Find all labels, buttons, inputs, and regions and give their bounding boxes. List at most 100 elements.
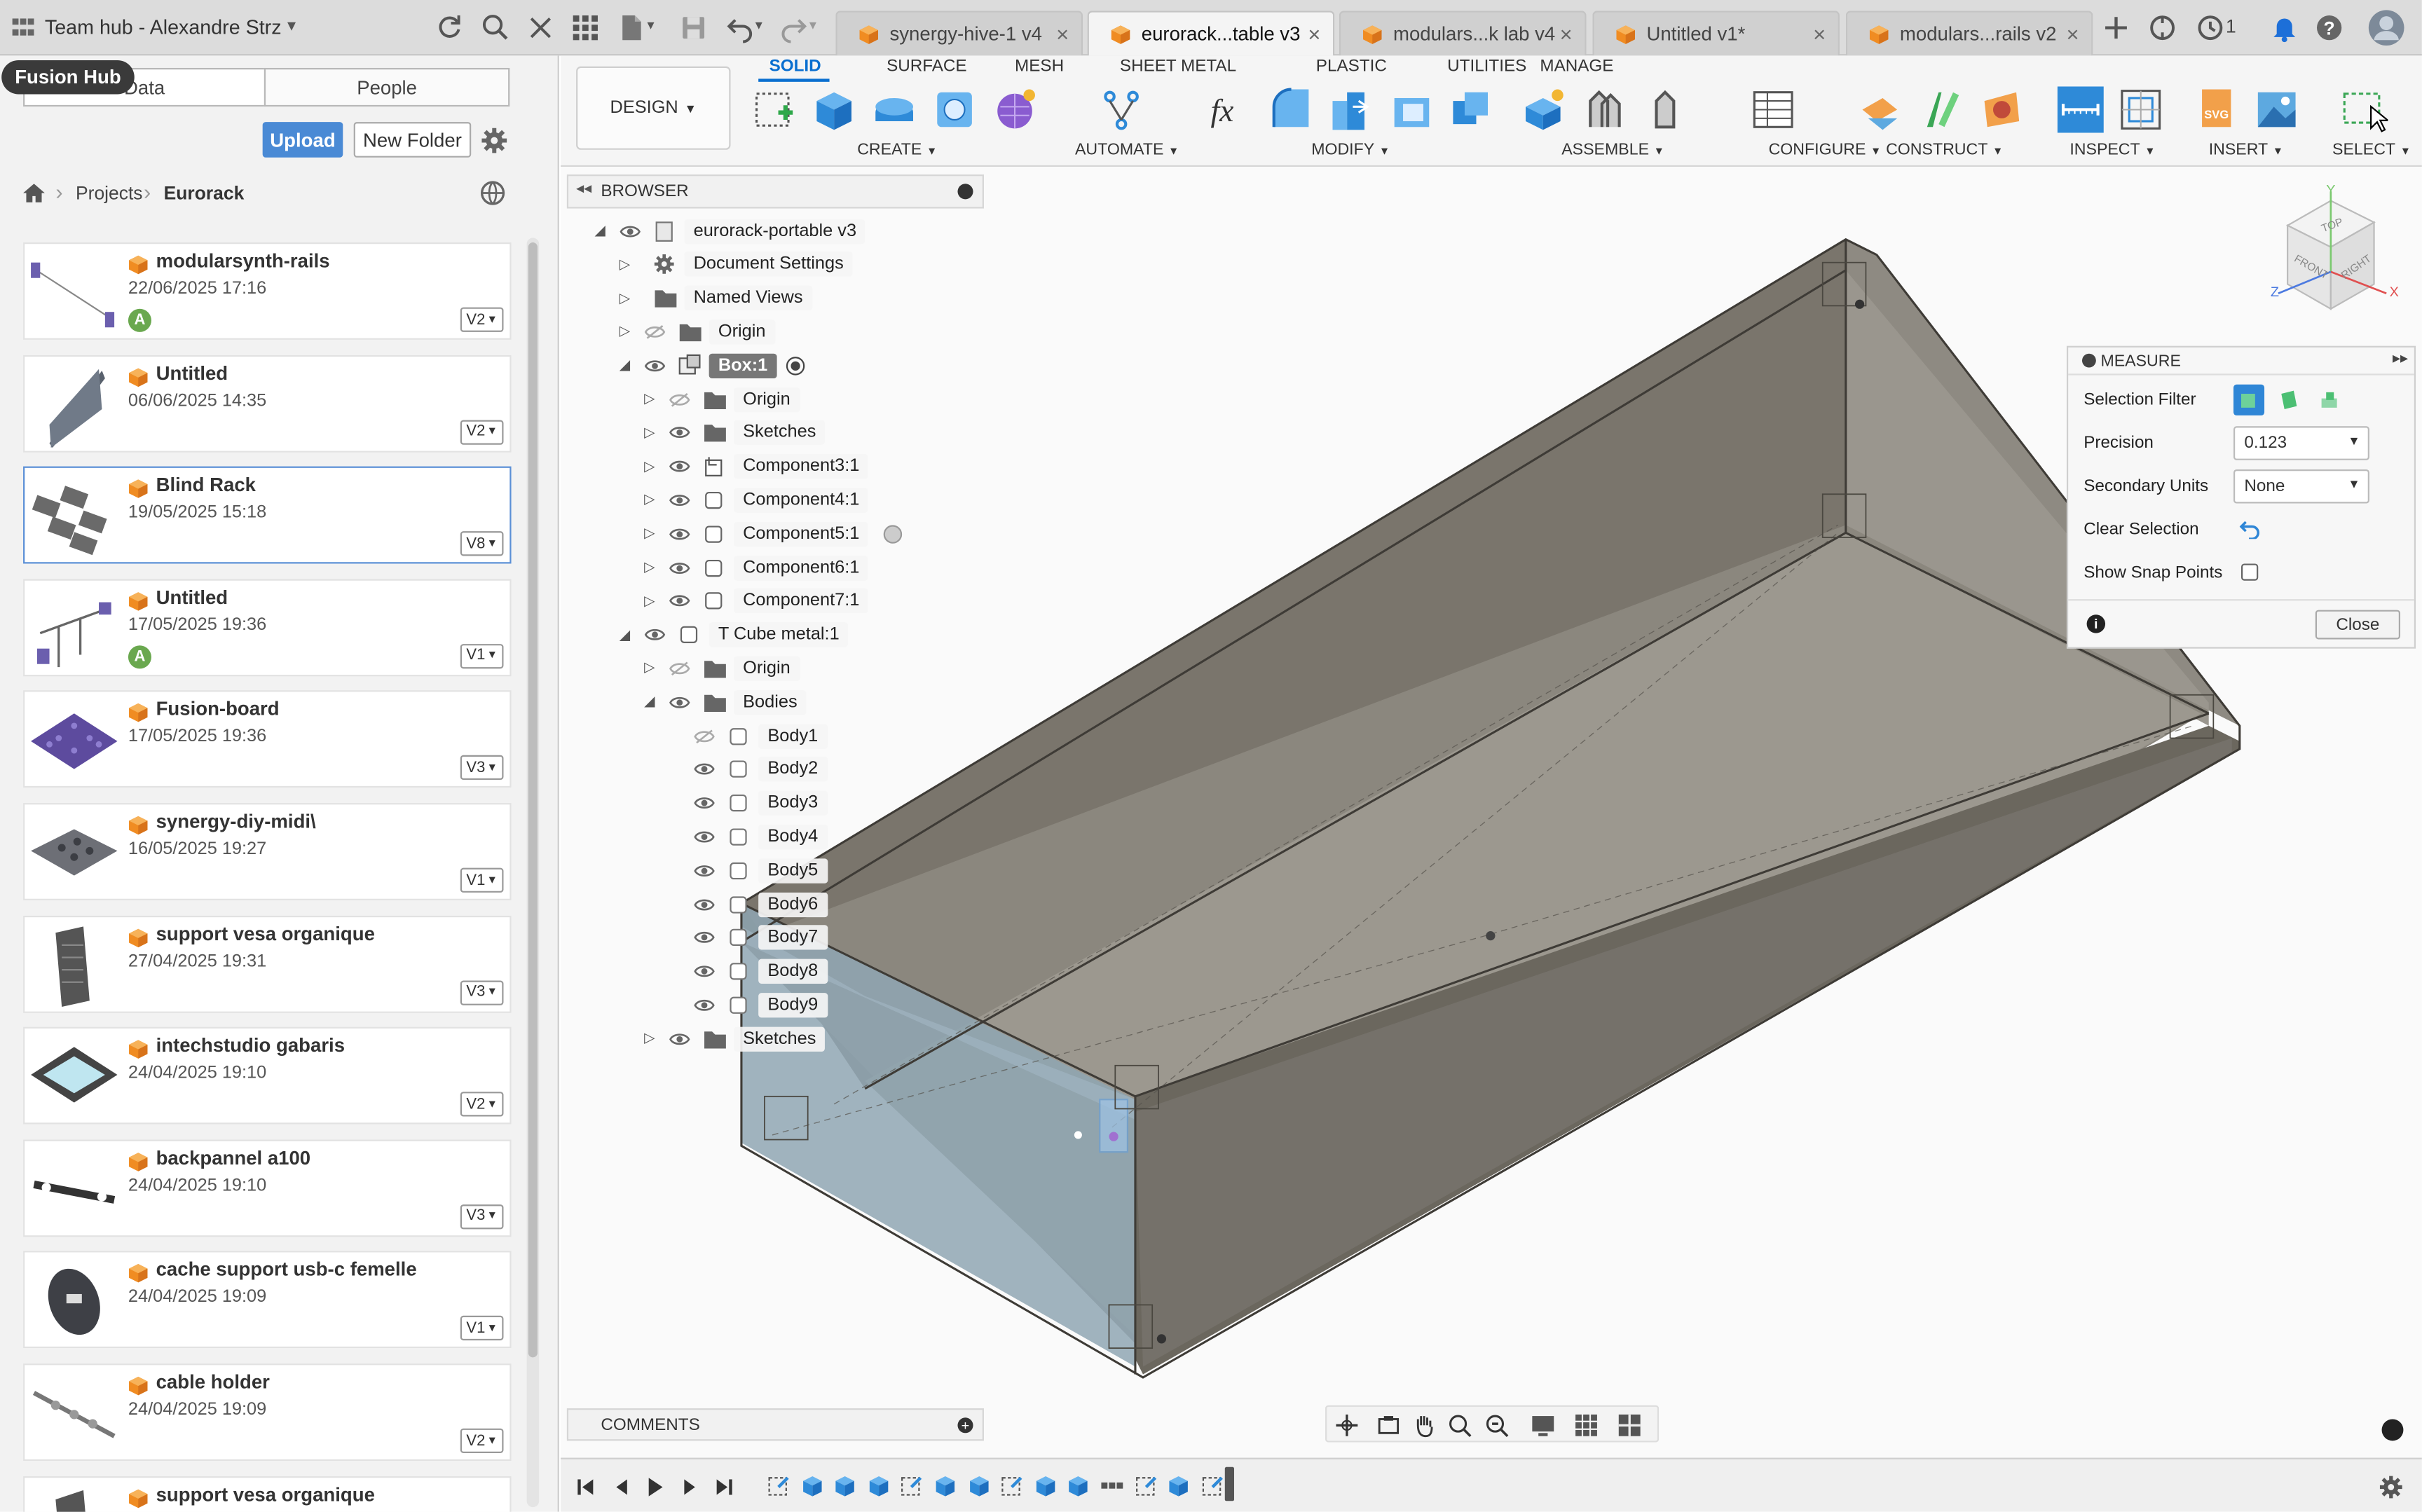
toolbar-tab[interactable]: MANAGE: [1540, 57, 1613, 76]
toolbar-group-menu[interactable]: ASSEMBLE ▼: [1561, 141, 1664, 159]
extensions-icon[interactable]: [2147, 13, 2178, 43]
timeline-extrude-icon[interactable]: [1033, 1473, 1058, 1498]
visibility-hidden-eye-icon[interactable]: [669, 392, 693, 407]
timeline-extrude-icon[interactable]: [800, 1473, 824, 1498]
orbit-icon[interactable]: [1334, 1413, 1359, 1438]
refresh-icon[interactable]: [434, 13, 465, 43]
automate-icon[interactable]: [1098, 86, 1144, 132]
press-pull-icon[interactable]: [1268, 86, 1314, 132]
job-status-clock-icon[interactable]: [2195, 13, 2226, 43]
browser-node-label[interactable]: Body1: [758, 723, 828, 748]
version-badge[interactable]: V2 ▼: [460, 419, 504, 444]
visibility-eye-icon[interactable]: [669, 1031, 693, 1047]
file-name[interactable]: Blind Rack: [156, 474, 256, 496]
expand-arrow-icon[interactable]: ▷: [644, 458, 659, 475]
browser-node[interactable]: Body9: [669, 991, 828, 1020]
step-forward-icon[interactable]: [680, 1476, 702, 1498]
create-sketch-icon[interactable]: [752, 86, 798, 132]
expand-arrow-icon[interactable]: ▷: [620, 323, 635, 340]
minus-circle-icon[interactable]: [957, 184, 973, 200]
visibility-eye-icon[interactable]: [669, 526, 693, 542]
filter-face-icon[interactable]: [2278, 389, 2300, 411]
zoom-icon[interactable]: [1484, 1413, 1509, 1438]
filter-edge-icon[interactable]: [2318, 389, 2340, 411]
gear-icon[interactable]: [480, 127, 508, 155]
file-thumbnail[interactable]: [28, 586, 121, 671]
new-tab-plus-icon[interactable]: [2100, 13, 2131, 43]
browser-node-label[interactable]: Component3:1: [733, 454, 869, 479]
undo-icon[interactable]: [725, 13, 755, 43]
visibility-eye-icon[interactable]: [644, 627, 669, 642]
file-card[interactable]: Untitled 17/05/2025 19:36 A V1 ▼: [23, 579, 512, 676]
notifications-bell-icon[interactable]: [2269, 13, 2300, 43]
show-snap-points-checkbox[interactable]: [2241, 563, 2259, 581]
people-tab[interactable]: People: [264, 67, 510, 107]
file-name[interactable]: modularsynth-rails: [156, 250, 330, 272]
revolve-icon[interactable]: [871, 86, 917, 132]
active-component-radio-icon[interactable]: [786, 356, 805, 375]
user-avatar-icon[interactable]: [2368, 9, 2405, 46]
look-at-icon[interactable]: [1376, 1413, 1401, 1438]
plus-circle-icon[interactable]: +: [957, 1417, 973, 1434]
document-tab[interactable]: synergy-hive-1 v4 ×: [835, 11, 1083, 56]
file-card[interactable]: intechstudio gabaris 24/04/2025 19:10 V2 ▼: [23, 1027, 512, 1125]
timeline-marker[interactable]: [1224, 1466, 1234, 1501]
save-icon[interactable]: [678, 13, 709, 43]
expand-arrow-icon[interactable]: ▷: [644, 391, 659, 408]
document-tab[interactable]: eurorack...table v3 ×: [1087, 11, 1335, 56]
close-tab-icon[interactable]: ×: [1308, 22, 1320, 46]
tangent-plane-icon[interactable]: [1978, 86, 2025, 132]
go-to-start-icon[interactable]: [575, 1476, 596, 1498]
offset-plane-icon[interactable]: [1856, 86, 1903, 132]
toolbar-tab[interactable]: SURFACE: [887, 57, 967, 76]
chevron-down-icon[interactable]: ▾: [755, 17, 762, 34]
browser-node[interactable]: ▷ Component3:1: [644, 452, 869, 481]
expand-arrow-icon[interactable]: ▷: [644, 1030, 659, 1047]
version-badge[interactable]: V8 ▼: [460, 531, 504, 556]
version-badge[interactable]: V3 ▼: [460, 755, 504, 781]
zoom-window-icon[interactable]: [1447, 1413, 1472, 1438]
file-list-scrollbar-thumb[interactable]: [528, 242, 538, 1358]
collapse-panel-icon[interactable]: ◂◂: [576, 181, 591, 198]
file-card[interactable]: Fusion-board 17/05/2025 19:36 V3 ▼: [23, 691, 512, 788]
visibility-hidden-eye-icon[interactable]: [694, 728, 718, 743]
go-to-end-icon[interactable]: [713, 1476, 735, 1498]
toolbar-group-menu[interactable]: INSPECT ▼: [2069, 141, 2155, 159]
play-icon[interactable]: [644, 1476, 666, 1498]
browser-node[interactable]: ◢ eurorack-portable v3: [595, 217, 866, 246]
toolbar-group-menu[interactable]: CREATE ▼: [857, 141, 937, 159]
undo-selection-icon[interactable]: [2239, 517, 2262, 539]
visibility-hidden-eye-icon[interactable]: [644, 324, 669, 340]
app-grid-icon[interactable]: [570, 13, 601, 43]
file-card[interactable]: cable holder 24/04/2025 19:09 V2 ▼: [23, 1363, 512, 1461]
expand-arrow-icon[interactable]: ▷: [644, 425, 659, 441]
browser-node[interactable]: Body7: [669, 923, 828, 953]
visibility-eye-icon[interactable]: [694, 930, 718, 945]
info-icon[interactable]: i: [2086, 614, 2106, 633]
fillet-icon[interactable]: [1327, 86, 1373, 132]
browser-node-label[interactable]: Component4:1: [733, 488, 869, 513]
timeline-extrude-icon[interactable]: [1166, 1473, 1191, 1498]
timeline-pattern-icon[interactable]: [1100, 1473, 1124, 1498]
file-thumbnail[interactable]: [28, 250, 121, 335]
close-tab-icon[interactable]: ×: [1056, 22, 1069, 46]
browser-node[interactable]: ▷ Named Views: [620, 284, 812, 313]
browser-node[interactable]: ◢ T Cube metal:1: [620, 620, 849, 650]
file-name[interactable]: cache support usb-c femelle: [156, 1259, 417, 1281]
visibility-eye-icon[interactable]: [669, 459, 693, 474]
close-tab-icon[interactable]: ×: [1813, 22, 1826, 46]
browser-node-label[interactable]: Body4: [758, 824, 828, 849]
toolbar-tab[interactable]: SHEET METAL: [1120, 57, 1236, 76]
help-icon[interactable]: ?: [2314, 13, 2345, 43]
team-hub-selector[interactable]: Team hub - Alexandre Strz: [45, 15, 282, 39]
visibility-eye-icon[interactable]: [620, 223, 644, 238]
text-commands-icon[interactable]: [2381, 1419, 2404, 1441]
close-icon[interactable]: [525, 13, 556, 43]
new-component-icon[interactable]: [1520, 86, 1566, 132]
file-name[interactable]: support vesa organique: [156, 1483, 375, 1505]
file-name[interactable]: Untitled: [156, 362, 228, 384]
upload-button[interactable]: Upload: [262, 122, 343, 158]
workspace-selector[interactable]: DESIGN ▼: [576, 66, 731, 150]
toolbar-tab[interactable]: MESH: [1015, 57, 1064, 76]
browser-node-label[interactable]: Document Settings: [684, 252, 853, 277]
